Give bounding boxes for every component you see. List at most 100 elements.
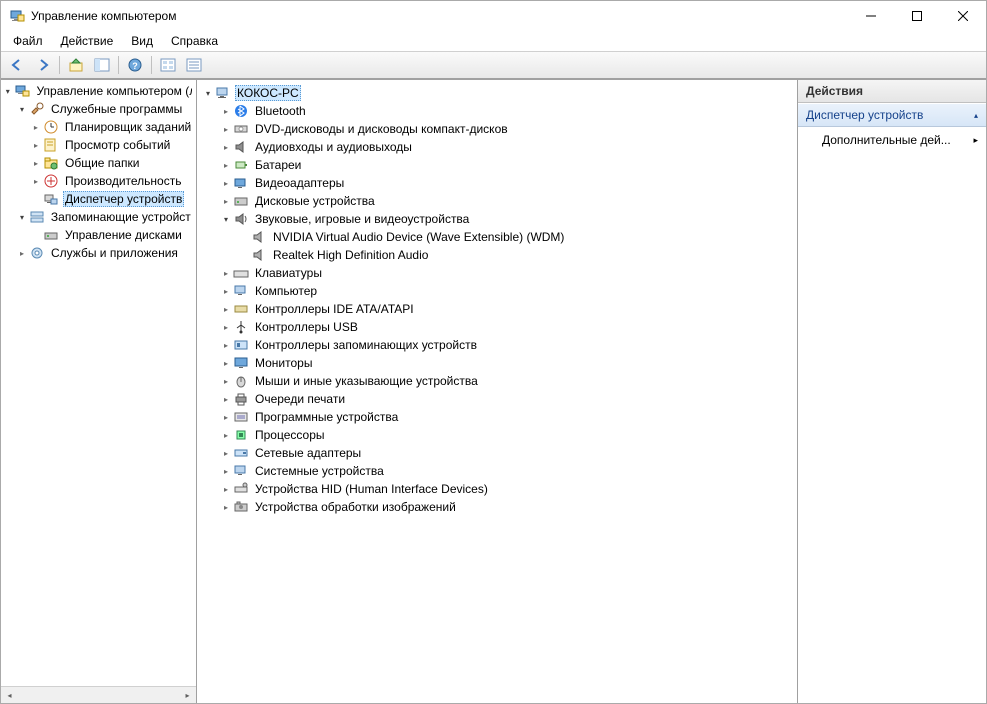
expander-icon[interactable]: ▸ <box>29 174 43 188</box>
left-horizontal-scrollbar[interactable]: ◂ ▸ <box>1 686 196 703</box>
expander-icon[interactable]: ▸ <box>219 410 233 424</box>
device-realtek-audio[interactable]: Realtek High Definition Audio <box>197 246 797 264</box>
expander-icon[interactable]: ▸ <box>219 302 233 316</box>
device-dvd[interactable]: ▸ DVD-дисководы и дисководы компакт-диск… <box>197 120 797 138</box>
minimize-button[interactable] <box>848 1 894 31</box>
nav-root[interactable]: ▾ Управление компьютером (л <box>1 82 196 100</box>
view-large-button[interactable] <box>156 54 180 76</box>
expander-icon[interactable]: ▸ <box>29 156 43 170</box>
forward-button[interactable] <box>31 54 55 76</box>
nav-system-tools[interactable]: ▾ Служебные программы <box>1 100 196 118</box>
device-batteries[interactable]: ▸ Батареи <box>197 156 797 174</box>
device-keyboards[interactable]: ▸ Клавиатуры <box>197 264 797 282</box>
device-system-devices[interactable]: ▸ Системные устройства <box>197 462 797 480</box>
up-button[interactable] <box>64 54 88 76</box>
collapse-icon[interactable]: ▴ <box>974 111 978 120</box>
keyboard-icon <box>233 265 249 281</box>
expander-icon[interactable]: ▸ <box>219 500 233 514</box>
close-button[interactable] <box>940 1 986 31</box>
view-details-button[interactable] <box>182 54 206 76</box>
scroll-left-button[interactable]: ◂ <box>1 688 18 703</box>
device-video[interactable]: ▸ Видеоадаптеры <box>197 174 797 192</box>
device-root[interactable]: ▾ КОКОС-PC <box>197 84 797 102</box>
device-print-queues[interactable]: ▸ Очереди печати <box>197 390 797 408</box>
expander-icon[interactable]: ▸ <box>219 374 233 388</box>
storage-controller-icon <box>233 337 249 353</box>
toolbar-separator <box>118 56 119 74</box>
help-button[interactable]: ? <box>123 54 147 76</box>
expander-icon[interactable]: ▸ <box>219 482 233 496</box>
device-computer[interactable]: ▸ Компьютер <box>197 282 797 300</box>
expander-icon[interactable]: ▾ <box>201 86 215 100</box>
device-disk[interactable]: ▸ Дисковые устройства <box>197 192 797 210</box>
nav-performance[interactable]: ▸ Производительность <box>1 172 196 190</box>
device-processors-label: Процессоры <box>253 428 327 442</box>
device-tree[interactable]: ▾ КОКОС-PC ▸ Bluetooth ▸ <box>197 82 797 518</box>
show-hide-tree-button[interactable] <box>90 54 114 76</box>
nav-storage[interactable]: ▾ Запоминающие устройст <box>1 208 196 226</box>
nav-disk-mgmt[interactable]: ▸ Управление дисками <box>1 226 196 244</box>
device-print-queues-label: Очереди печати <box>253 392 347 406</box>
expander-icon[interactable]: ▸ <box>219 356 233 370</box>
device-usb[interactable]: ▸ Контроллеры USB <box>197 318 797 336</box>
maximize-button[interactable] <box>894 1 940 31</box>
expander-icon[interactable]: ▸ <box>29 120 43 134</box>
expander-icon[interactable]: ▸ <box>219 464 233 478</box>
actions-more-link[interactable]: Дополнительные дей... ▸ <box>798 127 986 153</box>
expander-icon[interactable]: ▸ <box>219 158 233 172</box>
device-ide[interactable]: ▸ Контроллеры IDE ATA/ATAPI <box>197 300 797 318</box>
nav-services-apps[interactable]: ▸ Службы и приложения <box>1 244 196 262</box>
expander-icon[interactable]: ▸ <box>219 338 233 352</box>
expander-icon[interactable]: ▸ <box>15 246 29 260</box>
device-manager-icon <box>43 191 59 207</box>
nav-storage-label: Запоминающие устройст <box>49 210 192 224</box>
device-software-devices[interactable]: ▸ Программные устройства <box>197 408 797 426</box>
app-icon <box>9 8 25 24</box>
device-nvidia-audio[interactable]: NVIDIA Virtual Audio Device (Wave Extens… <box>197 228 797 246</box>
menu-help[interactable]: Справка <box>163 32 226 50</box>
expander-icon[interactable]: ▸ <box>219 122 233 136</box>
device-processors[interactable]: ▸ Процессоры <box>197 426 797 444</box>
expander-icon[interactable]: ▾ <box>15 210 29 224</box>
actions-section[interactable]: Диспетчер устройств ▴ <box>798 103 986 127</box>
device-audio-io[interactable]: ▸ Аудиовходы и аудиовыходы <box>197 138 797 156</box>
device-sound-game-video[interactable]: ▾ Звуковые, игровые и видеоустройства <box>197 210 797 228</box>
nav-tree[interactable]: ▾ Управление компьютером (л ▾ Служебные … <box>1 80 196 686</box>
nav-event-viewer[interactable]: ▸ Просмотр событий <box>1 136 196 154</box>
nav-shared-folders[interactable]: ▸ Общие папки <box>1 154 196 172</box>
device-usb-label: Контроллеры USB <box>253 320 360 334</box>
expander-icon[interactable]: ▸ <box>219 194 233 208</box>
scroll-right-button[interactable]: ▸ <box>179 688 196 703</box>
expander-icon[interactable]: ▾ <box>219 212 233 226</box>
menu-view[interactable]: Вид <box>123 32 161 50</box>
menu-file[interactable]: Файл <box>5 32 51 50</box>
scroll-track[interactable] <box>18 688 179 703</box>
device-computer-label: Компьютер <box>253 284 319 298</box>
expander-icon[interactable]: ▾ <box>15 102 29 116</box>
nav-device-manager[interactable]: ▸ Диспетчер устройств <box>1 190 196 208</box>
back-button[interactable] <box>5 54 29 76</box>
device-monitors[interactable]: ▸ Мониторы <box>197 354 797 372</box>
expander-icon[interactable]: ▸ <box>219 446 233 460</box>
device-mice[interactable]: ▸ Мыши и иные указывающие устройства <box>197 372 797 390</box>
expander-icon[interactable]: ▸ <box>219 392 233 406</box>
expander-icon[interactable]: ▾ <box>1 84 14 98</box>
expander-icon[interactable]: ▸ <box>219 140 233 154</box>
expander-icon[interactable]: ▸ <box>219 284 233 298</box>
expander-icon[interactable]: ▸ <box>219 176 233 190</box>
device-network[interactable]: ▸ Сетевые адаптеры <box>197 444 797 462</box>
device-bluetooth[interactable]: ▸ Bluetooth <box>197 102 797 120</box>
computer-mgmt-icon <box>14 83 30 99</box>
menu-action[interactable]: Действие <box>53 32 122 50</box>
nav-task-scheduler[interactable]: ▸ Планировщик заданий <box>1 118 196 136</box>
expander-icon[interactable]: ▸ <box>219 320 233 334</box>
device-root-label: КОКОС-PC <box>235 85 301 101</box>
body: ▾ Управление компьютером (л ▾ Служебные … <box>1 79 986 703</box>
device-hid[interactable]: ▸ Устройства HID (Human Interface Device… <box>197 480 797 498</box>
expander-icon[interactable]: ▸ <box>219 428 233 442</box>
expander-icon[interactable]: ▸ <box>29 138 43 152</box>
device-imaging[interactable]: ▸ Устройства обработки изображений <box>197 498 797 516</box>
expander-icon[interactable]: ▸ <box>219 104 233 118</box>
expander-icon[interactable]: ▸ <box>219 266 233 280</box>
device-storage-controllers[interactable]: ▸ Контроллеры запоминающих устройств <box>197 336 797 354</box>
